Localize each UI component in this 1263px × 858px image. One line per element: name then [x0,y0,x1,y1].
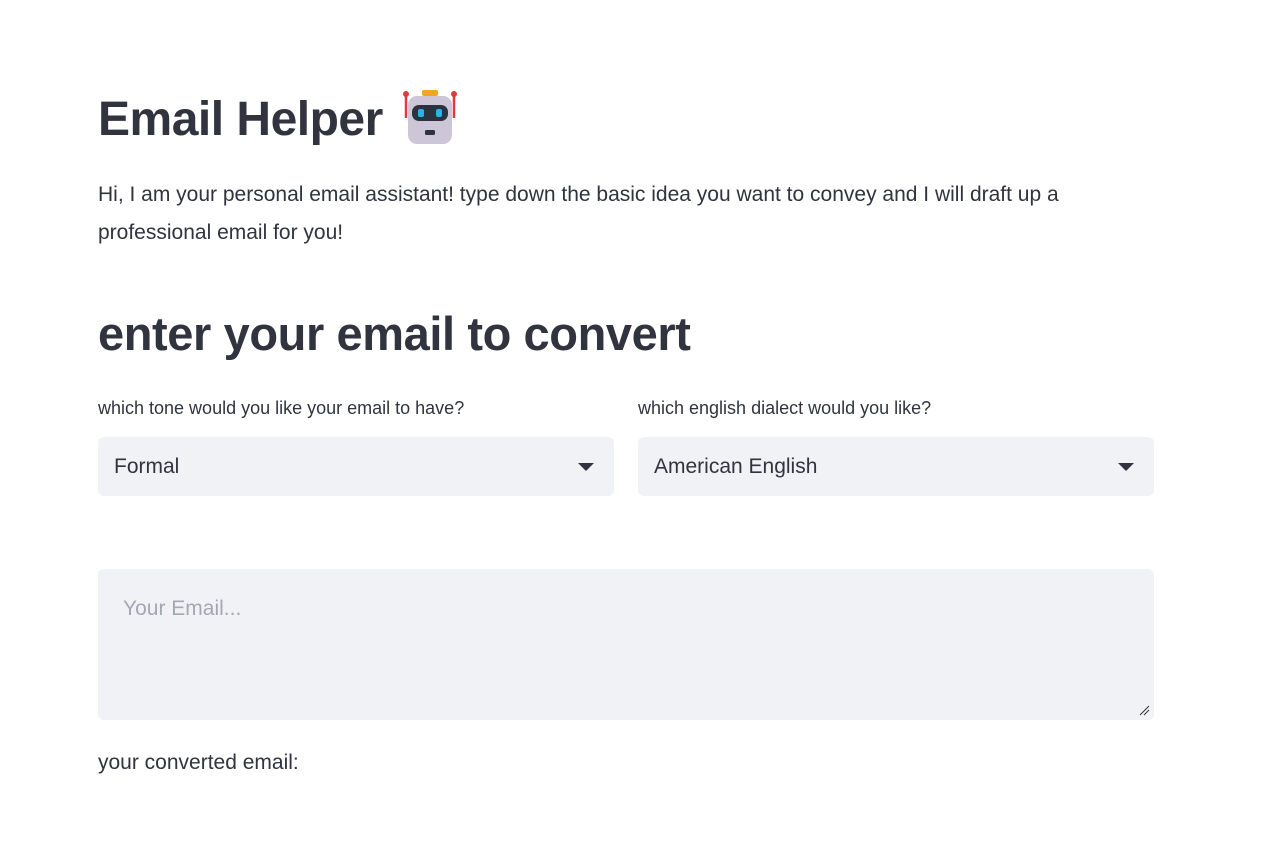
dialect-select-value: American English [654,454,818,478]
resize-grip-icon[interactable] [1138,704,1150,716]
dialect-label: which english dialect would you like? [638,398,932,418]
chevron-down-icon [1118,462,1134,471]
dialect-select[interactable]: American English [638,437,1154,496]
converted-email-label: your converted email: [98,751,299,774]
section-heading: enter your email to convert [98,307,691,360]
robot-icon [402,90,457,144]
intro-text: Hi, I am your personal email assistant! … [98,183,1059,244]
title-row: Email Helper [98,86,459,154]
chevron-down-icon [578,462,594,471]
app-page: Email Helper Hi, I am your personal emai… [0,0,1263,858]
email-input-container [98,569,1154,720]
tone-label: which tone would you like your email to … [98,398,465,418]
page-title: Email Helper [98,93,383,146]
tone-select[interactable]: Formal [98,437,614,496]
tone-select-value: Formal [114,454,180,478]
email-input[interactable] [98,569,1154,720]
